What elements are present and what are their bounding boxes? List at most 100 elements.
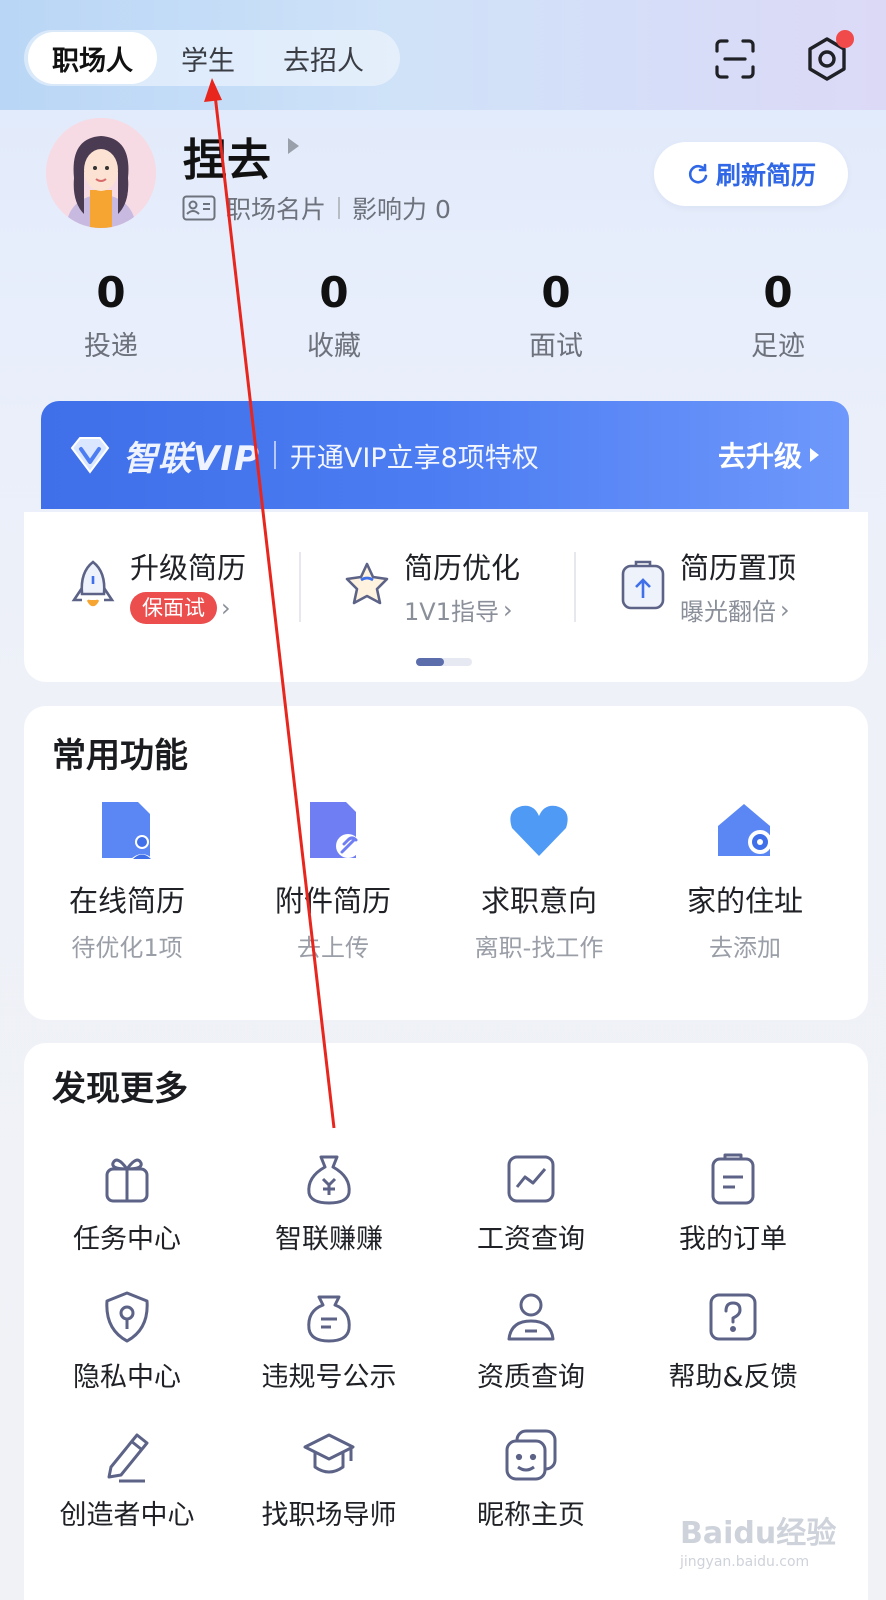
stat-label: 足迹	[751, 331, 805, 362]
function-subtitle: 去上传	[297, 934, 369, 962]
function-subtitle: 去添加	[709, 934, 781, 962]
influence-text[interactable]: 影响力 0	[352, 190, 451, 226]
function-title: 附件简历	[274, 884, 391, 918]
stat-favorites[interactable]: 0 收藏	[264, 268, 404, 363]
user-name[interactable]: 捏去	[183, 124, 271, 188]
tab-recruit[interactable]: 去招人	[259, 32, 388, 84]
watermark-logo: Baidu经验	[680, 1516, 837, 1551]
function-subtitle: 离职-找工作	[474, 934, 604, 962]
item-label: 昵称主页	[477, 1500, 585, 1531]
clipboard-icon	[705, 1151, 761, 1207]
vip-title: 智联VIP	[123, 438, 260, 479]
refresh-resume-label: 刷新简历	[715, 161, 816, 190]
my-orders-entry[interactable]: 我的订单	[633, 1151, 833, 1256]
divider	[273, 441, 276, 469]
divider	[574, 552, 576, 622]
face-card-icon	[503, 1427, 559, 1483]
user-badge-icon	[503, 1289, 559, 1345]
item-label: 智联赚赚	[275, 1224, 383, 1255]
role-tab-bar: 职场人 学生 去招人	[24, 30, 400, 86]
item-label: 创造者中心	[59, 1500, 195, 1531]
item-label: 帮助&反馈	[668, 1362, 798, 1393]
function-title: 在线简历	[68, 884, 185, 918]
notice-bag-icon	[301, 1289, 357, 1345]
creator-center-entry[interactable]: 创造者中心	[27, 1427, 227, 1532]
service-subtitle: 曝光翻倍	[680, 598, 776, 626]
career-card-link[interactable]: 职场名片	[226, 190, 326, 226]
caret-right-icon	[810, 448, 819, 462]
id-card-icon	[182, 195, 216, 221]
stat-footprints[interactable]: 0 足迹	[708, 268, 848, 363]
tab-professional[interactable]: 职场人	[28, 32, 157, 84]
item-label: 资质查询	[477, 1362, 585, 1393]
watermark-url: jingyan.baidu.com	[680, 1554, 810, 1570]
stat-value: 0	[96, 268, 126, 317]
service-subtitle: 1V1指导	[404, 598, 499, 626]
item-label: 任务中心	[73, 1224, 181, 1255]
stat-label: 投递	[84, 331, 138, 362]
task-center-entry[interactable]: 任务中心	[27, 1151, 227, 1256]
heart-edit-icon	[504, 798, 574, 864]
rocket-icon	[68, 558, 118, 614]
interview-guarantee-badge: 保面试	[130, 592, 217, 624]
item-label: 隐私中心	[73, 1362, 181, 1393]
online-resume-entry[interactable]: 在线简历 待优化1项	[27, 798, 227, 963]
attachment-resume-entry[interactable]: 附件简历 去上传	[233, 798, 433, 963]
avatar[interactable]	[46, 118, 156, 228]
gift-icon	[99, 1151, 155, 1207]
nickname-homepage-entry[interactable]: 昵称主页	[431, 1427, 631, 1532]
profile-meta: 职场名片 影响力 0	[182, 190, 451, 226]
qualification-query-entry[interactable]: 资质查询	[431, 1289, 631, 1394]
function-title: 家的住址	[686, 884, 803, 918]
graduation-cap-icon	[301, 1427, 357, 1483]
service-title: 简历优化	[404, 551, 521, 585]
job-intention-entry[interactable]: 求职意向 离职-找工作	[439, 798, 639, 963]
find-mentor-entry[interactable]: 找职场导师	[229, 1427, 429, 1532]
money-bag-icon	[301, 1151, 357, 1207]
item-label: 违规号公示	[261, 1362, 397, 1393]
vip-upgrade-link[interactable]: 去升级	[718, 435, 819, 475]
stat-applied[interactable]: 0 投递	[41, 268, 181, 363]
function-title: 求职意向	[480, 884, 597, 918]
divider	[338, 197, 341, 219]
zhilian-earn-entry[interactable]: 智联赚赚	[229, 1151, 429, 1256]
service-title: 升级简历	[130, 551, 247, 585]
tab-student[interactable]: 学生	[157, 32, 259, 84]
notification-dot	[836, 30, 854, 48]
vip-description: 开通VIP立享8项特权	[289, 442, 539, 474]
stat-interviews[interactable]: 0 面试	[486, 268, 626, 363]
carousel-indicator	[416, 658, 472, 666]
home-location-icon	[710, 798, 780, 864]
stat-label: 收藏	[307, 331, 361, 362]
service-resume-top[interactable]: 简历置顶 曝光翻倍 ›	[618, 550, 796, 627]
service-title: 简历置顶	[680, 551, 797, 585]
stat-label: 面试	[529, 331, 583, 362]
caret-right-icon[interactable]	[288, 138, 299, 154]
stat-value: 0	[763, 268, 793, 317]
star-icon	[342, 558, 392, 614]
chevron-right-icon: ›	[780, 595, 790, 624]
resume-services-card: 升级简历 保面试 › 简历优化 1V1指导 › 简历置顶 曝光翻倍 ›	[24, 512, 868, 682]
home-address-entry[interactable]: 家的住址 去添加	[645, 798, 845, 963]
violation-notice-entry[interactable]: 违规号公示	[229, 1289, 429, 1394]
chevron-right-icon: ›	[502, 595, 513, 624]
vip-diamond-icon	[67, 432, 113, 478]
privacy-center-entry[interactable]: 隐私中心	[27, 1289, 227, 1394]
help-feedback-entry[interactable]: 帮助&反馈	[633, 1289, 833, 1394]
common-functions-card: 常用功能 在线简历 待优化1项 附件简历 去上传 求职意向 离职-找工作 家的住…	[24, 706, 868, 1020]
pin-top-icon	[618, 558, 668, 614]
vip-banner[interactable]: 智联VIP 开通VIP立享8项特权 去升级	[41, 401, 849, 509]
stat-value: 0	[319, 268, 349, 317]
section-title: 发现更多	[52, 1069, 188, 1109]
service-upgrade-resume[interactable]: 升级简历 保面试 ›	[68, 550, 246, 624]
salary-query-entry[interactable]: 工资查询	[431, 1151, 631, 1256]
refresh-icon	[686, 162, 710, 186]
stat-value: 0	[541, 268, 571, 317]
service-resume-optimize[interactable]: 简历优化 1V1指导 ›	[342, 550, 520, 627]
shield-key-icon	[99, 1289, 155, 1345]
scan-icon[interactable]	[710, 34, 760, 84]
refresh-resume-button[interactable]: 刷新简历	[654, 142, 848, 206]
item-label: 工资查询	[477, 1224, 585, 1255]
section-title: 常用功能	[52, 736, 188, 776]
online-resume-icon	[92, 798, 162, 864]
